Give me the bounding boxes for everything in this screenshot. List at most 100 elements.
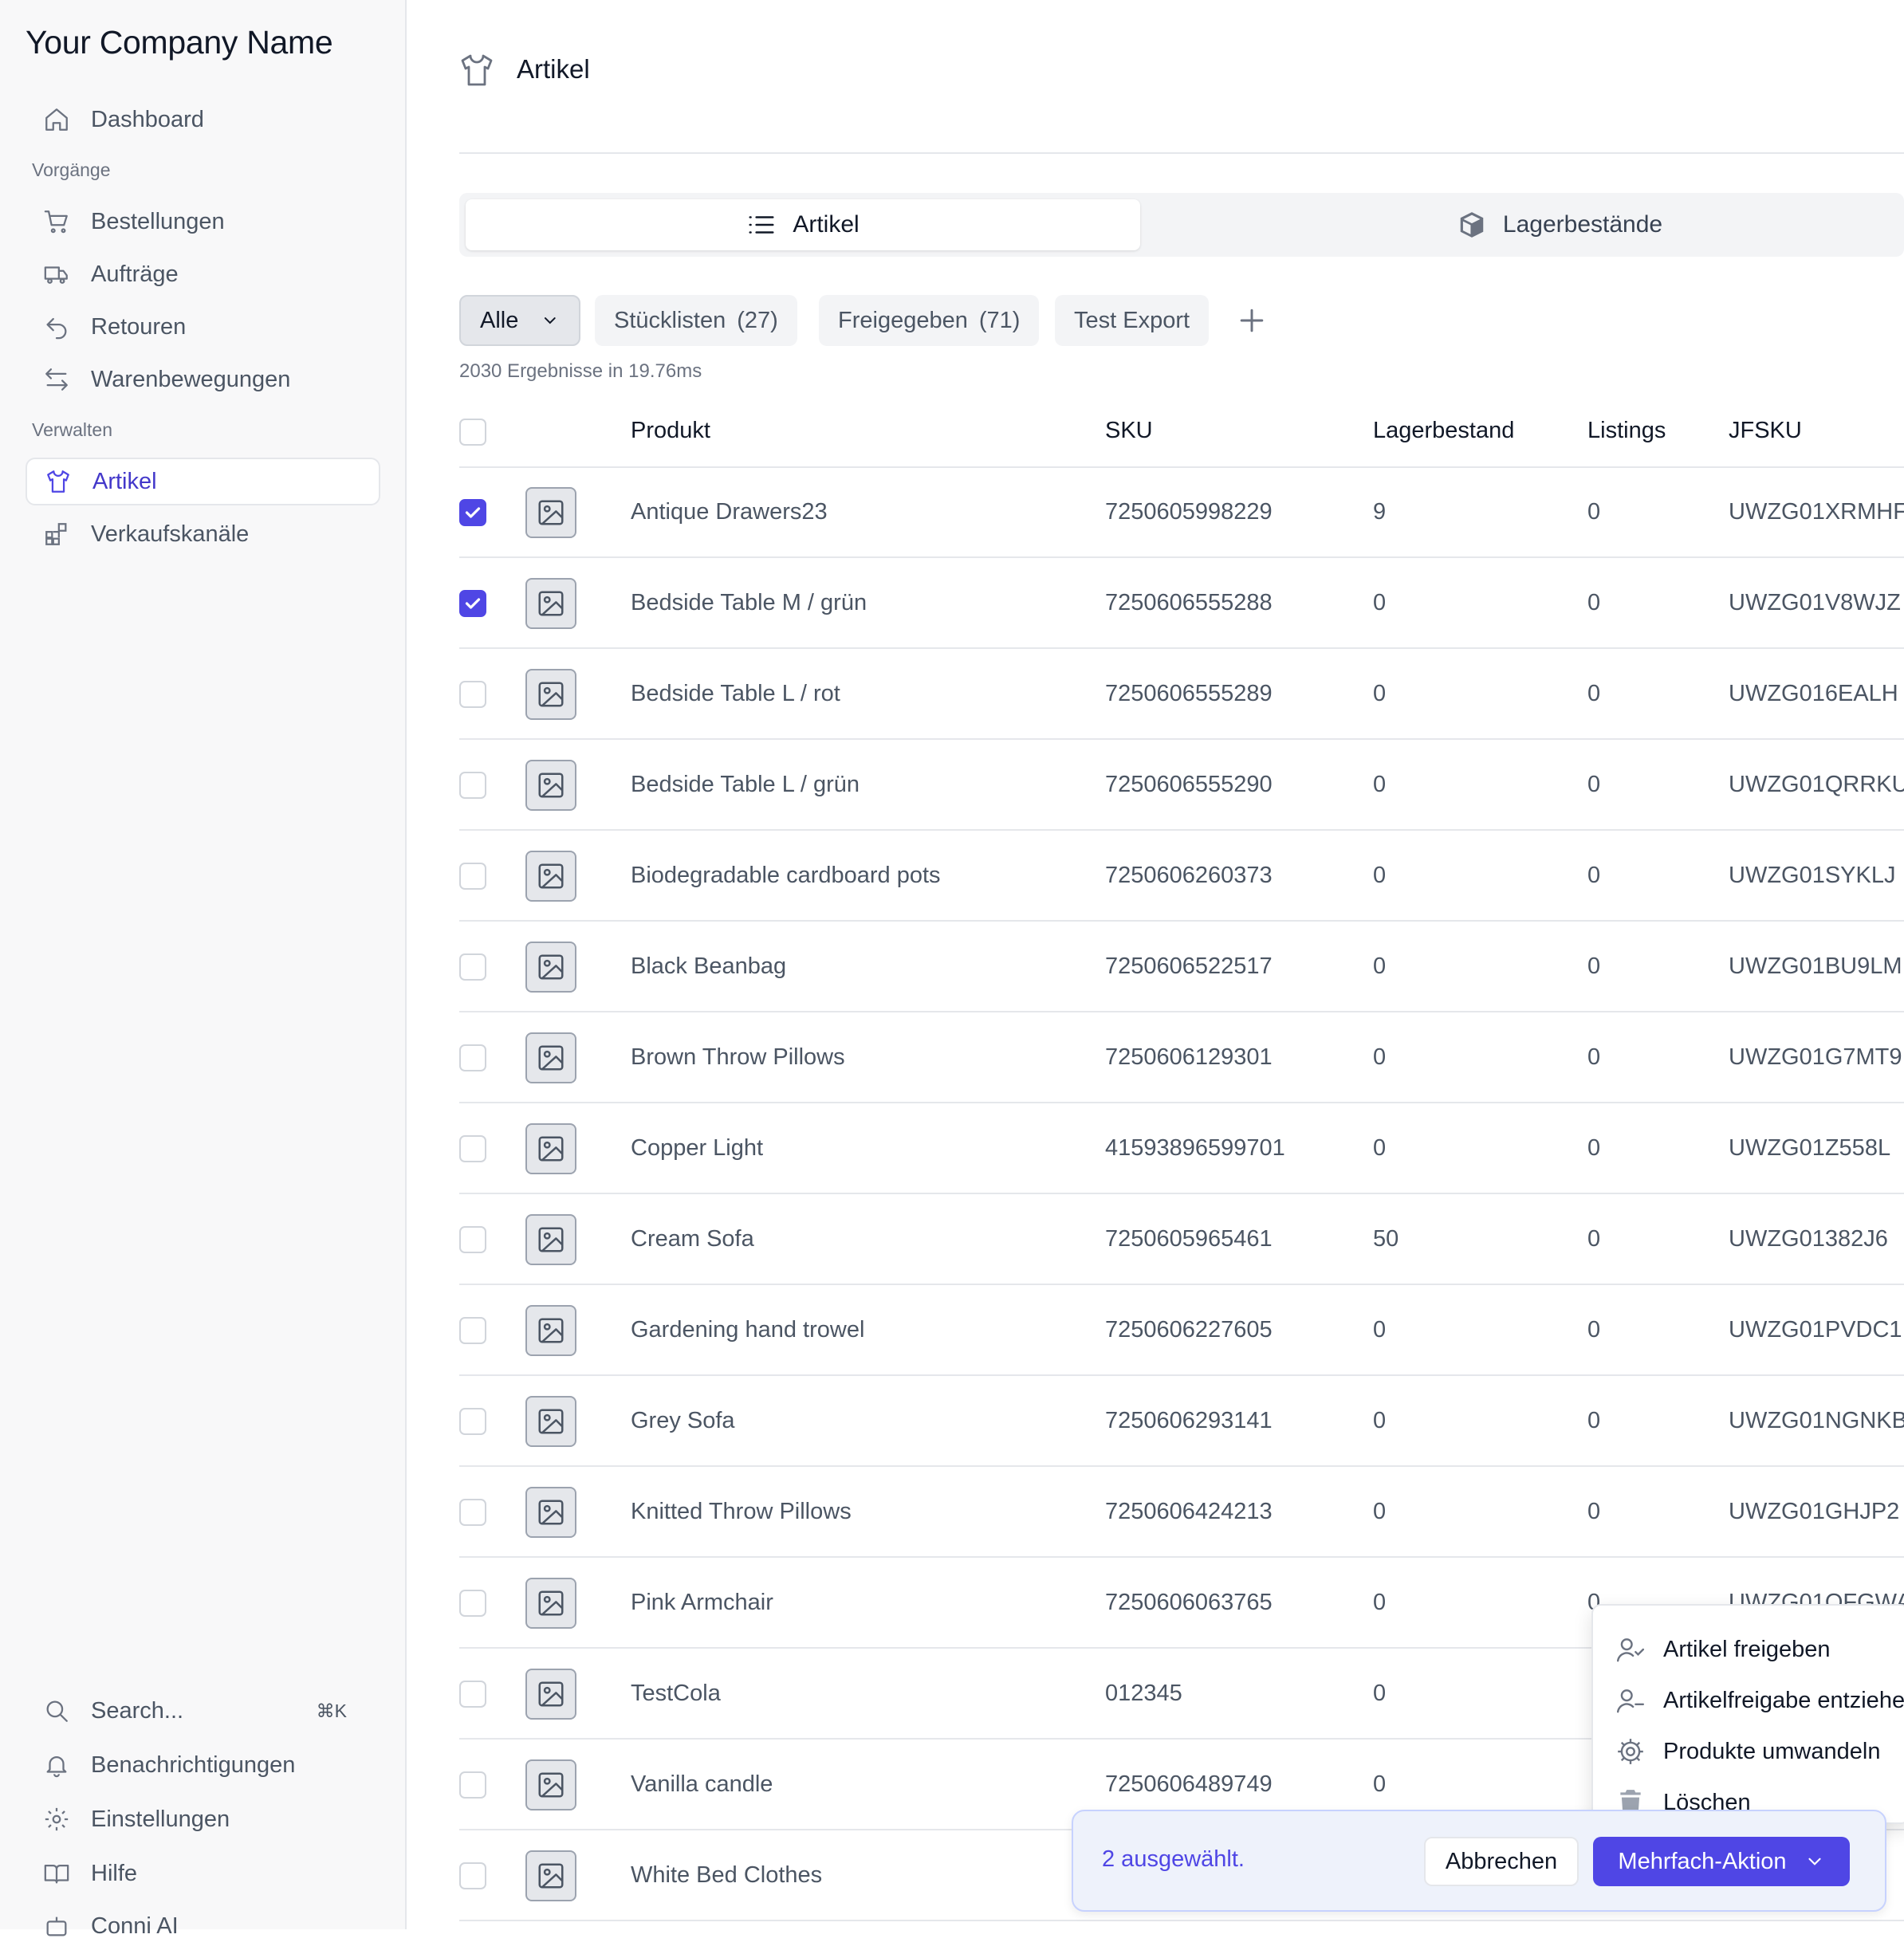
row-checkbox[interactable]	[459, 1226, 486, 1253]
bulk-action-button[interactable]: Mehrfach-Aktion	[1593, 1837, 1850, 1886]
cell-product[interactable]: Bedside Table L / rot	[631, 681, 840, 707]
row-checkbox[interactable]	[459, 1408, 486, 1435]
cell-product[interactable]: Antique Drawers23	[631, 499, 828, 525]
user-minus-icon	[1616, 1689, 1645, 1713]
sidebar-item-channels[interactable]: Verkaufskanäle	[26, 510, 380, 558]
row-checkbox[interactable]	[459, 863, 486, 890]
cell-jfsku: UWZG01GHJP2	[1729, 1499, 1900, 1524]
add-filter-icon[interactable]	[1234, 303, 1269, 338]
cell-product[interactable]: TestCola	[631, 1681, 721, 1707]
select-all-checkbox[interactable]	[459, 419, 486, 446]
menu-item-revoke[interactable]: Artikelfreigabe entziehen	[1615, 1681, 1904, 1720]
cell-stock: 0	[1373, 953, 1387, 979]
cell-listings: 0	[1587, 1044, 1601, 1070]
cell-jfsku: UWZG01BU9LM	[1729, 953, 1902, 979]
cell-listings: 0	[1587, 1317, 1601, 1343]
row-checkbox[interactable]	[459, 681, 486, 708]
chevron-down-icon	[1808, 1858, 1821, 1865]
tab-articles[interactable]: Artikel	[466, 199, 1140, 250]
cube-icon	[1460, 212, 1484, 238]
row-checkbox[interactable]	[459, 1862, 486, 1889]
menu-item-release[interactable]: Artikel freigeben	[1615, 1630, 1831, 1669]
menu-item-convert[interactable]: Produkte umwandeln	[1615, 1732, 1880, 1771]
user-check-icon	[1616, 1638, 1645, 1662]
filter-bom[interactable]: Stücklisten (27)	[595, 295, 797, 346]
header-divider-line	[459, 466, 1904, 468]
filter-released[interactable]: Freigegeben (71)	[819, 295, 1040, 346]
sidebar-item-returns[interactable]: Retouren	[26, 303, 380, 351]
cell-product[interactable]: Cream Sofa	[631, 1226, 754, 1252]
column-header-listings[interactable]: Listings	[1587, 418, 1666, 444]
row-checkbox[interactable]	[459, 1590, 486, 1617]
cell-product[interactable]: Black Beanbag	[631, 953, 786, 980]
cell-jfsku: UWZG016EALH	[1729, 681, 1898, 706]
sidebar-item-label: Dashboard	[91, 106, 204, 132]
sidebar-item-articles[interactable]: Artikel	[26, 458, 380, 505]
cell-sku: 7250606424213	[1105, 1499, 1273, 1524]
row-checkbox[interactable]	[459, 590, 486, 617]
sidebar-item-help[interactable]: Hilfe	[26, 1850, 380, 1897]
cell-product[interactable]: Bedside Table M / grün	[631, 590, 867, 616]
cell-product[interactable]: Knitted Throw Pillows	[631, 1499, 852, 1525]
sidebar-item-notifications[interactable]: Benachrichtigungen	[26, 1741, 380, 1789]
row-checkbox[interactable]	[459, 1317, 486, 1344]
filter-label: Stücklisten	[614, 307, 726, 333]
cell-sku: 7250606129301	[1105, 1044, 1273, 1070]
selection-count: 2 ausgewählt.	[1102, 1846, 1245, 1872]
cell-sku: 7250606227605	[1105, 1317, 1273, 1343]
cell-product[interactable]: Pink Armchair	[631, 1590, 773, 1616]
sidebar-item-label: Verkaufskanäle	[91, 521, 250, 547]
row-checkbox[interactable]	[459, 499, 486, 526]
cell-product[interactable]: Grey Sofa	[631, 1408, 735, 1434]
row-divider	[459, 738, 1904, 740]
header-divider	[459, 152, 1904, 154]
sidebar-item-label: Einstellungen	[91, 1806, 230, 1832]
filter-test-export[interactable]: Test Export	[1055, 295, 1210, 346]
filter-all[interactable]: Alle	[459, 295, 580, 346]
sidebar-item-assistant[interactable]: Conni AI	[26, 1902, 380, 1950]
product-thumbnail	[525, 1032, 576, 1083]
product-thumbnail	[525, 1305, 576, 1356]
column-header-sku[interactable]: SKU	[1105, 418, 1153, 444]
row-checkbox[interactable]	[459, 1681, 486, 1708]
cell-sku: 7250606555288	[1105, 590, 1273, 615]
cell-stock: 0	[1373, 1317, 1387, 1343]
cancel-button[interactable]: Abbrechen	[1424, 1837, 1579, 1886]
column-header-product[interactable]: Produkt	[631, 418, 710, 444]
column-header-jfsku[interactable]: JFSKU	[1729, 418, 1802, 444]
row-checkbox[interactable]	[459, 1499, 486, 1526]
column-header-stock[interactable]: Lagerbestand	[1373, 418, 1514, 444]
row-checkbox[interactable]	[459, 1771, 486, 1799]
cell-sku: 7250606293141	[1105, 1408, 1273, 1433]
sidebar-item-label: Aufträge	[91, 261, 179, 287]
cell-product[interactable]: Vanilla candle	[631, 1771, 773, 1798]
sidebar-item-orders[interactable]: Bestellungen	[26, 198, 380, 246]
row-checkbox[interactable]	[459, 1135, 486, 1162]
company-name: Your Company Name	[26, 24, 333, 61]
cell-product[interactable]: Bedside Table L / grün	[631, 772, 860, 798]
sidebar-search[interactable]: Search... ⌘K	[26, 1687, 380, 1735]
cell-product[interactable]: Brown Throw Pillows	[631, 1044, 845, 1071]
row-checkbox[interactable]	[459, 772, 486, 799]
cell-product[interactable]: White Bed Clothes	[631, 1862, 822, 1889]
menu-item-label: Artikel freigeben	[1663, 1636, 1831, 1662]
cell-product[interactable]: Biodegradable cardboard pots	[631, 863, 941, 889]
truck-icon	[44, 266, 68, 284]
cell-product[interactable]: Gardening hand trowel	[631, 1317, 864, 1343]
image-placeholder-icon	[538, 1227, 564, 1252]
section-label-manage: Verwalten	[32, 419, 113, 440]
sidebar-item-movements[interactable]: Warenbewegungen	[26, 356, 380, 403]
cell-sku: 012345	[1105, 1681, 1182, 1706]
search-icon	[46, 1700, 68, 1722]
section-label-processes: Vorgänge	[32, 159, 111, 180]
sidebar-item-label: Hilfe	[91, 1860, 138, 1886]
cell-product[interactable]: Copper Light	[631, 1135, 763, 1162]
row-divider	[459, 829, 1904, 831]
row-checkbox[interactable]	[459, 1044, 486, 1071]
sidebar-item-dashboard[interactable]: Dashboard	[26, 96, 380, 143]
row-checkbox[interactable]	[459, 953, 486, 981]
tab-stock[interactable]: Lagerbestände	[1257, 199, 1863, 250]
sidebar-item-settings[interactable]: Einstellungen	[26, 1795, 380, 1843]
sidebar-item-jobs[interactable]: Aufträge	[26, 250, 380, 298]
cell-sku: 7250606555289	[1105, 681, 1273, 706]
